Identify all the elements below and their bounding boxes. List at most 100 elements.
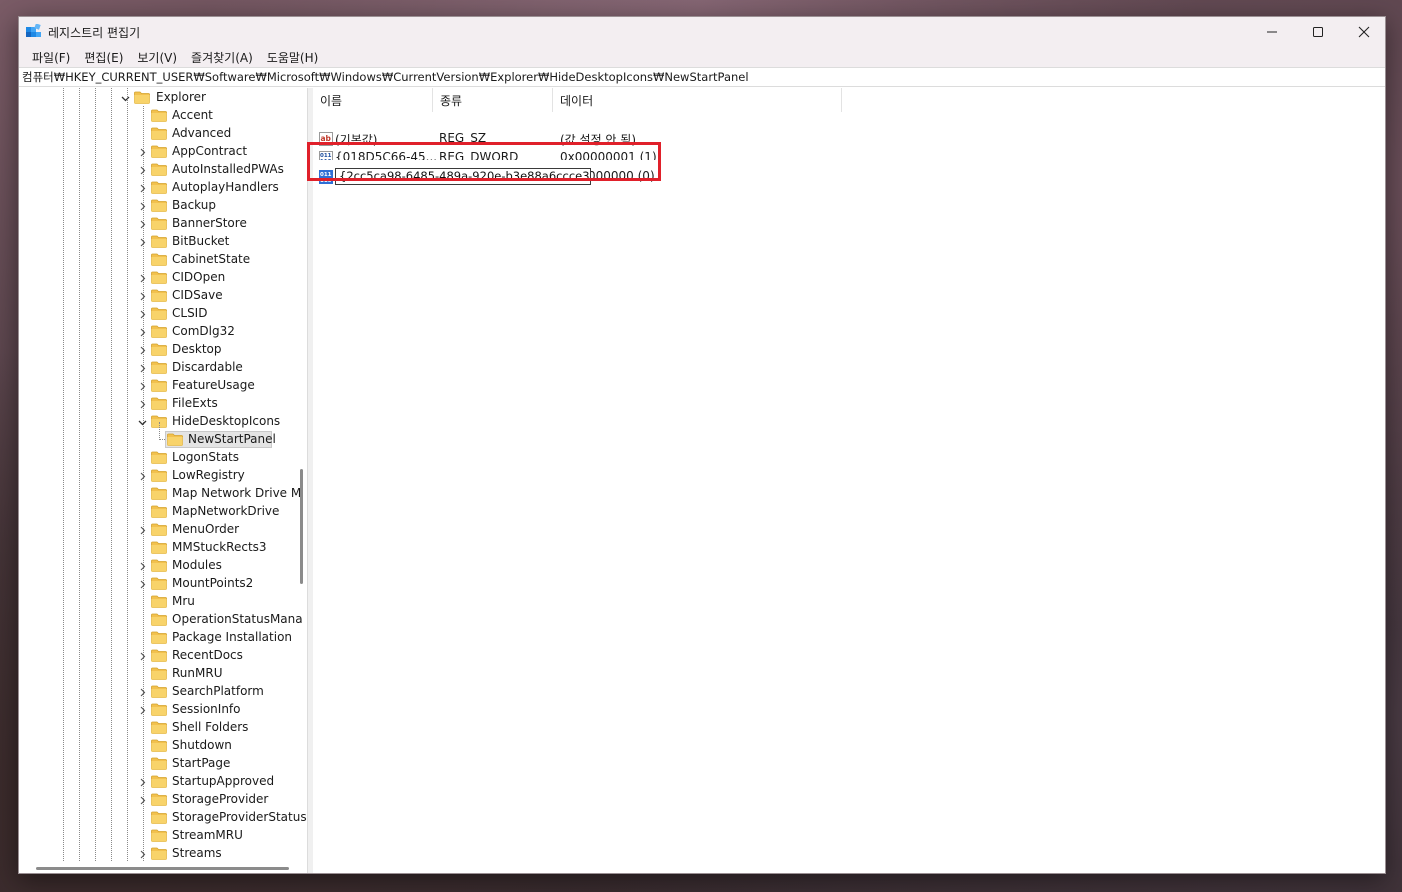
- tree-item-mru[interactable]: Mru: [19, 593, 307, 611]
- chevron-right-icon[interactable]: [136, 794, 148, 806]
- chevron-right-icon[interactable]: [136, 326, 148, 338]
- tree-item-storageproviderstatus[interactable]: StorageProviderStatus: [19, 809, 307, 827]
- menu-view[interactable]: 보기(V): [130, 49, 184, 66]
- tree-item-desktop[interactable]: Desktop: [19, 341, 307, 359]
- chevron-right-icon[interactable]: [136, 200, 148, 212]
- tree-item-clsid[interactable]: CLSID: [19, 305, 307, 323]
- chevron-right-icon[interactable]: [136, 308, 148, 320]
- tree-item-storageprovider[interactable]: StorageProvider: [19, 791, 307, 809]
- maximize-button[interactable]: [1295, 17, 1341, 47]
- values-list-pane[interactable]: 이름 종류 데이터 ab (기본값) REG_SZ (값 설정 안 됨) 011…: [313, 88, 1385, 873]
- rename-value-input[interactable]: {2cc5ca98-6485-489a-920e-b3e88a6ccce3}: [335, 168, 591, 185]
- tree-item-operationstatusmana[interactable]: OperationStatusMana: [19, 611, 307, 629]
- menu-help[interactable]: 도움말(H): [260, 49, 326, 66]
- chevron-right-icon[interactable]: [136, 776, 148, 788]
- tree-item-cidopen[interactable]: CIDOpen: [19, 269, 307, 287]
- tree-vertical-scrollbar[interactable]: [297, 88, 307, 873]
- column-header-type[interactable]: 종류: [433, 88, 553, 112]
- chevron-right-icon[interactable]: [136, 218, 148, 230]
- tree-item-shell-folders[interactable]: Shell Folders: [19, 719, 307, 737]
- chevron-right-icon[interactable]: [136, 848, 148, 860]
- chevron-right-icon[interactable]: [136, 362, 148, 374]
- tree-item-comdlg32[interactable]: ComDlg32: [19, 323, 307, 341]
- key-tree-pane[interactable]: Explorer Accent Advanced AppContract AutoIns…: [19, 88, 308, 873]
- tree-item-label: BannerStore: [172, 216, 247, 230]
- chevron-right-icon[interactable]: [136, 398, 148, 410]
- chevron-right-icon[interactable]: [136, 290, 148, 302]
- tree-item-menuorder[interactable]: MenuOrder: [19, 521, 307, 539]
- tree-item-recentdocs[interactable]: RecentDocs: [19, 647, 307, 665]
- tree-item-autoplayhandlers[interactable]: AutoplayHandlers: [19, 179, 307, 197]
- tree-item-featureusage[interactable]: FeatureUsage: [19, 377, 307, 395]
- tree-vertical-scroll-thumb[interactable]: [300, 469, 303, 584]
- tree-item-newstartpanel[interactable]: NewStartPanel: [19, 431, 307, 449]
- tree-item-sessioninfo[interactable]: SessionInfo: [19, 701, 307, 719]
- tree-item-startupapproved[interactable]: StartupApproved: [19, 773, 307, 791]
- menu-favorites[interactable]: 즐겨찾기(A): [184, 49, 260, 66]
- registry-editor-app-icon: [26, 24, 41, 37]
- chevron-right-icon[interactable]: [136, 182, 148, 194]
- title-bar[interactable]: 레지스트리 편집기: [19, 17, 1385, 47]
- chevron-right-icon[interactable]: [136, 650, 148, 662]
- tree-item-streams[interactable]: Streams: [19, 845, 307, 863]
- tree-item-startpage[interactable]: StartPage: [19, 755, 307, 773]
- tree-item-searchplatform[interactable]: SearchPlatform: [19, 683, 307, 701]
- tree-item-cabinetstate[interactable]: CabinetState: [19, 251, 307, 269]
- value-name: (기본값): [335, 133, 378, 147]
- svg-text:110: 110: [320, 159, 332, 160]
- tree-item-accent[interactable]: Accent: [19, 107, 307, 125]
- chevron-down-icon[interactable]: [119, 92, 131, 104]
- tree-item-explorer[interactable]: Explorer: [19, 89, 307, 107]
- tree-item-cidsave[interactable]: CIDSave: [19, 287, 307, 305]
- tree-item-appcontract[interactable]: AppContract: [19, 143, 307, 161]
- tree-item-shutdown[interactable]: Shutdown: [19, 737, 307, 755]
- tree-horizontal-scroll-thumb[interactable]: [36, 867, 289, 870]
- chevron-right-icon[interactable]: [136, 704, 148, 716]
- tree-item-backup[interactable]: Backup: [19, 197, 307, 215]
- tree-item-mmstuckrects3[interactable]: MMStuckRects3: [19, 539, 307, 557]
- folder-icon: [151, 235, 167, 248]
- tree-item-label: Shell Folders: [172, 720, 249, 734]
- tree-item-fileexts[interactable]: FileExts: [19, 395, 307, 413]
- tree-item-streammru[interactable]: StreamMRU: [19, 827, 307, 845]
- chevron-down-icon[interactable]: [136, 416, 148, 428]
- address-path[interactable]: 컴퓨터₩HKEY_CURRENT_USER₩Software₩Microsoft…: [22, 69, 749, 85]
- tree-horizontal-scrollbar[interactable]: [19, 862, 297, 873]
- chevron-right-icon[interactable]: [136, 578, 148, 590]
- chevron-right-icon[interactable]: [136, 272, 148, 284]
- column-header-name[interactable]: 이름: [313, 88, 433, 112]
- tree-item-package-installation[interactable]: Package Installation: [19, 629, 307, 647]
- column-header-data[interactable]: 데이터: [553, 88, 842, 112]
- address-bar[interactable]: 컴퓨터₩HKEY_CURRENT_USER₩Software₩Microsoft…: [19, 67, 1385, 87]
- chevron-right-icon[interactable]: [136, 344, 148, 356]
- chevron-right-icon[interactable]: [136, 236, 148, 248]
- tree-item-mountpoints2[interactable]: MountPoints2: [19, 575, 307, 593]
- menu-file[interactable]: 파일(F): [25, 49, 77, 66]
- chevron-right-icon[interactable]: [136, 470, 148, 482]
- chevron-right-icon[interactable]: [136, 146, 148, 158]
- tree-item-advanced[interactable]: Advanced: [19, 125, 307, 143]
- tree-item-bannerstore[interactable]: BannerStore: [19, 215, 307, 233]
- menu-edit[interactable]: 편집(E): [77, 49, 130, 66]
- chevron-right-icon[interactable]: [136, 380, 148, 392]
- tree-item-lowregistry[interactable]: LowRegistry: [19, 467, 307, 485]
- tree-item-bitbucket[interactable]: BitBucket: [19, 233, 307, 251]
- value-row[interactable]: ab (기본값) REG_SZ (값 설정 안 됨): [313, 129, 873, 148]
- tree-item-modules[interactable]: Modules: [19, 557, 307, 575]
- tree-item-mapnetworkdrive[interactable]: MapNetworkDrive: [19, 503, 307, 521]
- chevron-right-icon[interactable]: [136, 164, 148, 176]
- column-header-type-label: 종류: [440, 93, 463, 108]
- value-row[interactable]: 011 110 {018D5C66-45... REG_DWORD 0x0000…: [313, 148, 873, 160]
- chevron-right-icon[interactable]: [136, 524, 148, 536]
- folder-icon: [151, 379, 167, 392]
- tree-item-runmru[interactable]: RunMRU: [19, 665, 307, 683]
- tree-item-autoinstalledpwas[interactable]: AutoInstalledPWAs: [19, 161, 307, 179]
- tree-item-discardable[interactable]: Discardable: [19, 359, 307, 377]
- tree-item-map-network-drive-m[interactable]: Map Network Drive M: [19, 485, 307, 503]
- chevron-right-icon[interactable]: [136, 686, 148, 698]
- close-button[interactable]: [1341, 17, 1385, 47]
- value-row-editing[interactable]: 011 110 000000 (0) {2cc5ca98-6485-489a-9…: [313, 167, 873, 186]
- tree-item-logonstats[interactable]: LogonStats: [19, 449, 307, 467]
- minimize-button[interactable]: [1249, 17, 1295, 47]
- chevron-right-icon[interactable]: [136, 560, 148, 572]
